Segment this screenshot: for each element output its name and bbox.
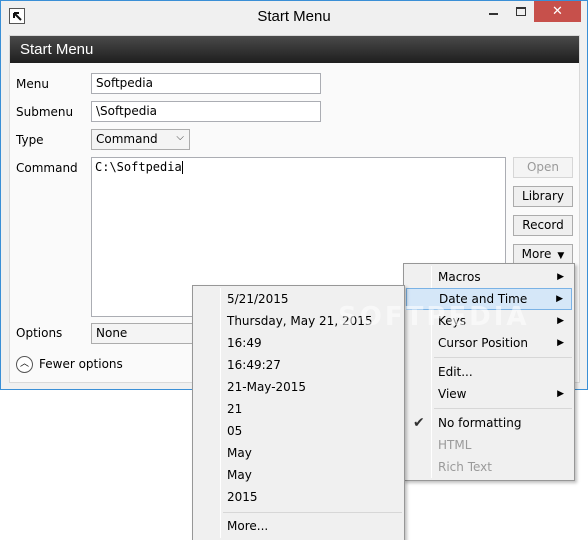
menu-item-rich-text[interactable]: Rich Text xyxy=(406,456,572,478)
watermark: SOFTPEDIA xyxy=(338,302,530,332)
menu-item-label: Edit... xyxy=(438,365,473,379)
text-caret xyxy=(181,161,183,174)
menu-item-label: No formatting xyxy=(438,416,522,430)
panel-header: Start Menu xyxy=(10,36,579,63)
menu-separator xyxy=(434,408,572,409)
open-button[interactable]: Open xyxy=(513,157,573,178)
record-button[interactable]: Record xyxy=(513,215,573,236)
date-item[interactable]: May xyxy=(195,464,402,486)
date-item[interactable]: 21-May-2015 xyxy=(195,376,402,398)
more-button-label: More xyxy=(521,247,552,261)
more-context-menu: Macros ▶ Date and Time ▶ Keys ▶ Cursor Posi… xyxy=(403,263,575,481)
panel-header-title: Start Menu xyxy=(20,41,94,58)
menu-item-html[interactable]: HTML xyxy=(406,434,572,456)
triangle-right-icon: ▶ xyxy=(557,272,564,282)
options-label: Options xyxy=(16,326,63,340)
menu-label: Menu xyxy=(16,77,49,91)
fewer-options-label: Fewer options xyxy=(39,357,123,371)
minimize-button[interactable] xyxy=(479,1,507,22)
date-item[interactable]: May xyxy=(195,442,402,464)
submenu-label: Submenu xyxy=(16,105,74,119)
date-item[interactable]: 2015 xyxy=(195,486,402,508)
menu-item-no-formatting[interactable]: ✔ No formatting xyxy=(406,412,572,434)
date-more-item[interactable]: More... xyxy=(195,515,402,537)
title-bar[interactable]: Start Menu ✕ xyxy=(1,1,587,31)
menu-input[interactable]: Softpedia xyxy=(91,73,321,94)
menu-item-label: View xyxy=(438,387,467,401)
date-item[interactable]: 16:49 xyxy=(195,332,402,354)
triangle-right-icon: ▶ xyxy=(557,338,564,348)
options-select[interactable]: None xyxy=(91,323,201,344)
type-label: Type xyxy=(16,133,44,147)
library-button[interactable]: Library xyxy=(513,186,573,207)
menu-item-label: Rich Text xyxy=(438,460,492,474)
options-select-value: None xyxy=(96,326,128,340)
menu-item-macros[interactable]: Macros ▶ xyxy=(406,266,572,288)
menu-item-view[interactable]: View ▶ xyxy=(406,383,572,405)
date-item[interactable]: 16:49:27 xyxy=(195,354,402,376)
menu-item-label: Cursor Position xyxy=(438,336,528,350)
triangle-right-icon: ▶ xyxy=(557,316,564,326)
maximize-button[interactable] xyxy=(507,1,534,22)
close-button[interactable]: ✕ xyxy=(534,1,581,22)
minimize-icon xyxy=(489,13,498,15)
date-item[interactable]: 21 xyxy=(195,398,402,420)
date-item[interactable]: 05 xyxy=(195,420,402,442)
triangle-down-icon: ▼ xyxy=(557,251,565,261)
more-button[interactable]: More ▼ xyxy=(513,244,573,265)
command-text: C:\Softpedia xyxy=(95,160,182,174)
chevron-up-icon: ︿ xyxy=(16,356,33,373)
triangle-right-icon: ▶ xyxy=(557,389,564,399)
menu-item-cursor-position[interactable]: Cursor Position ▶ xyxy=(406,332,572,354)
screen: Start Menu ✕ Start Menu Menu Softpedia S… xyxy=(0,0,588,540)
type-select[interactable]: Command ⌵ xyxy=(91,129,190,150)
submenu-input[interactable]: \Softpedia xyxy=(91,101,321,122)
triangle-right-icon: ▶ xyxy=(556,294,563,304)
command-label: Command xyxy=(16,161,78,175)
menu-item-label: Macros xyxy=(438,270,481,284)
menu-separator xyxy=(434,357,572,358)
chevron-down-icon: ⌵ xyxy=(176,132,184,143)
maximize-icon xyxy=(516,7,526,16)
menu-separator xyxy=(223,512,402,513)
menu-item-label: HTML xyxy=(438,438,472,452)
menu-item-edit[interactable]: Edit... xyxy=(406,361,572,383)
checkmark-icon: ✔ xyxy=(413,415,425,431)
type-select-value: Command xyxy=(96,132,158,146)
close-icon: ✕ xyxy=(552,4,563,19)
